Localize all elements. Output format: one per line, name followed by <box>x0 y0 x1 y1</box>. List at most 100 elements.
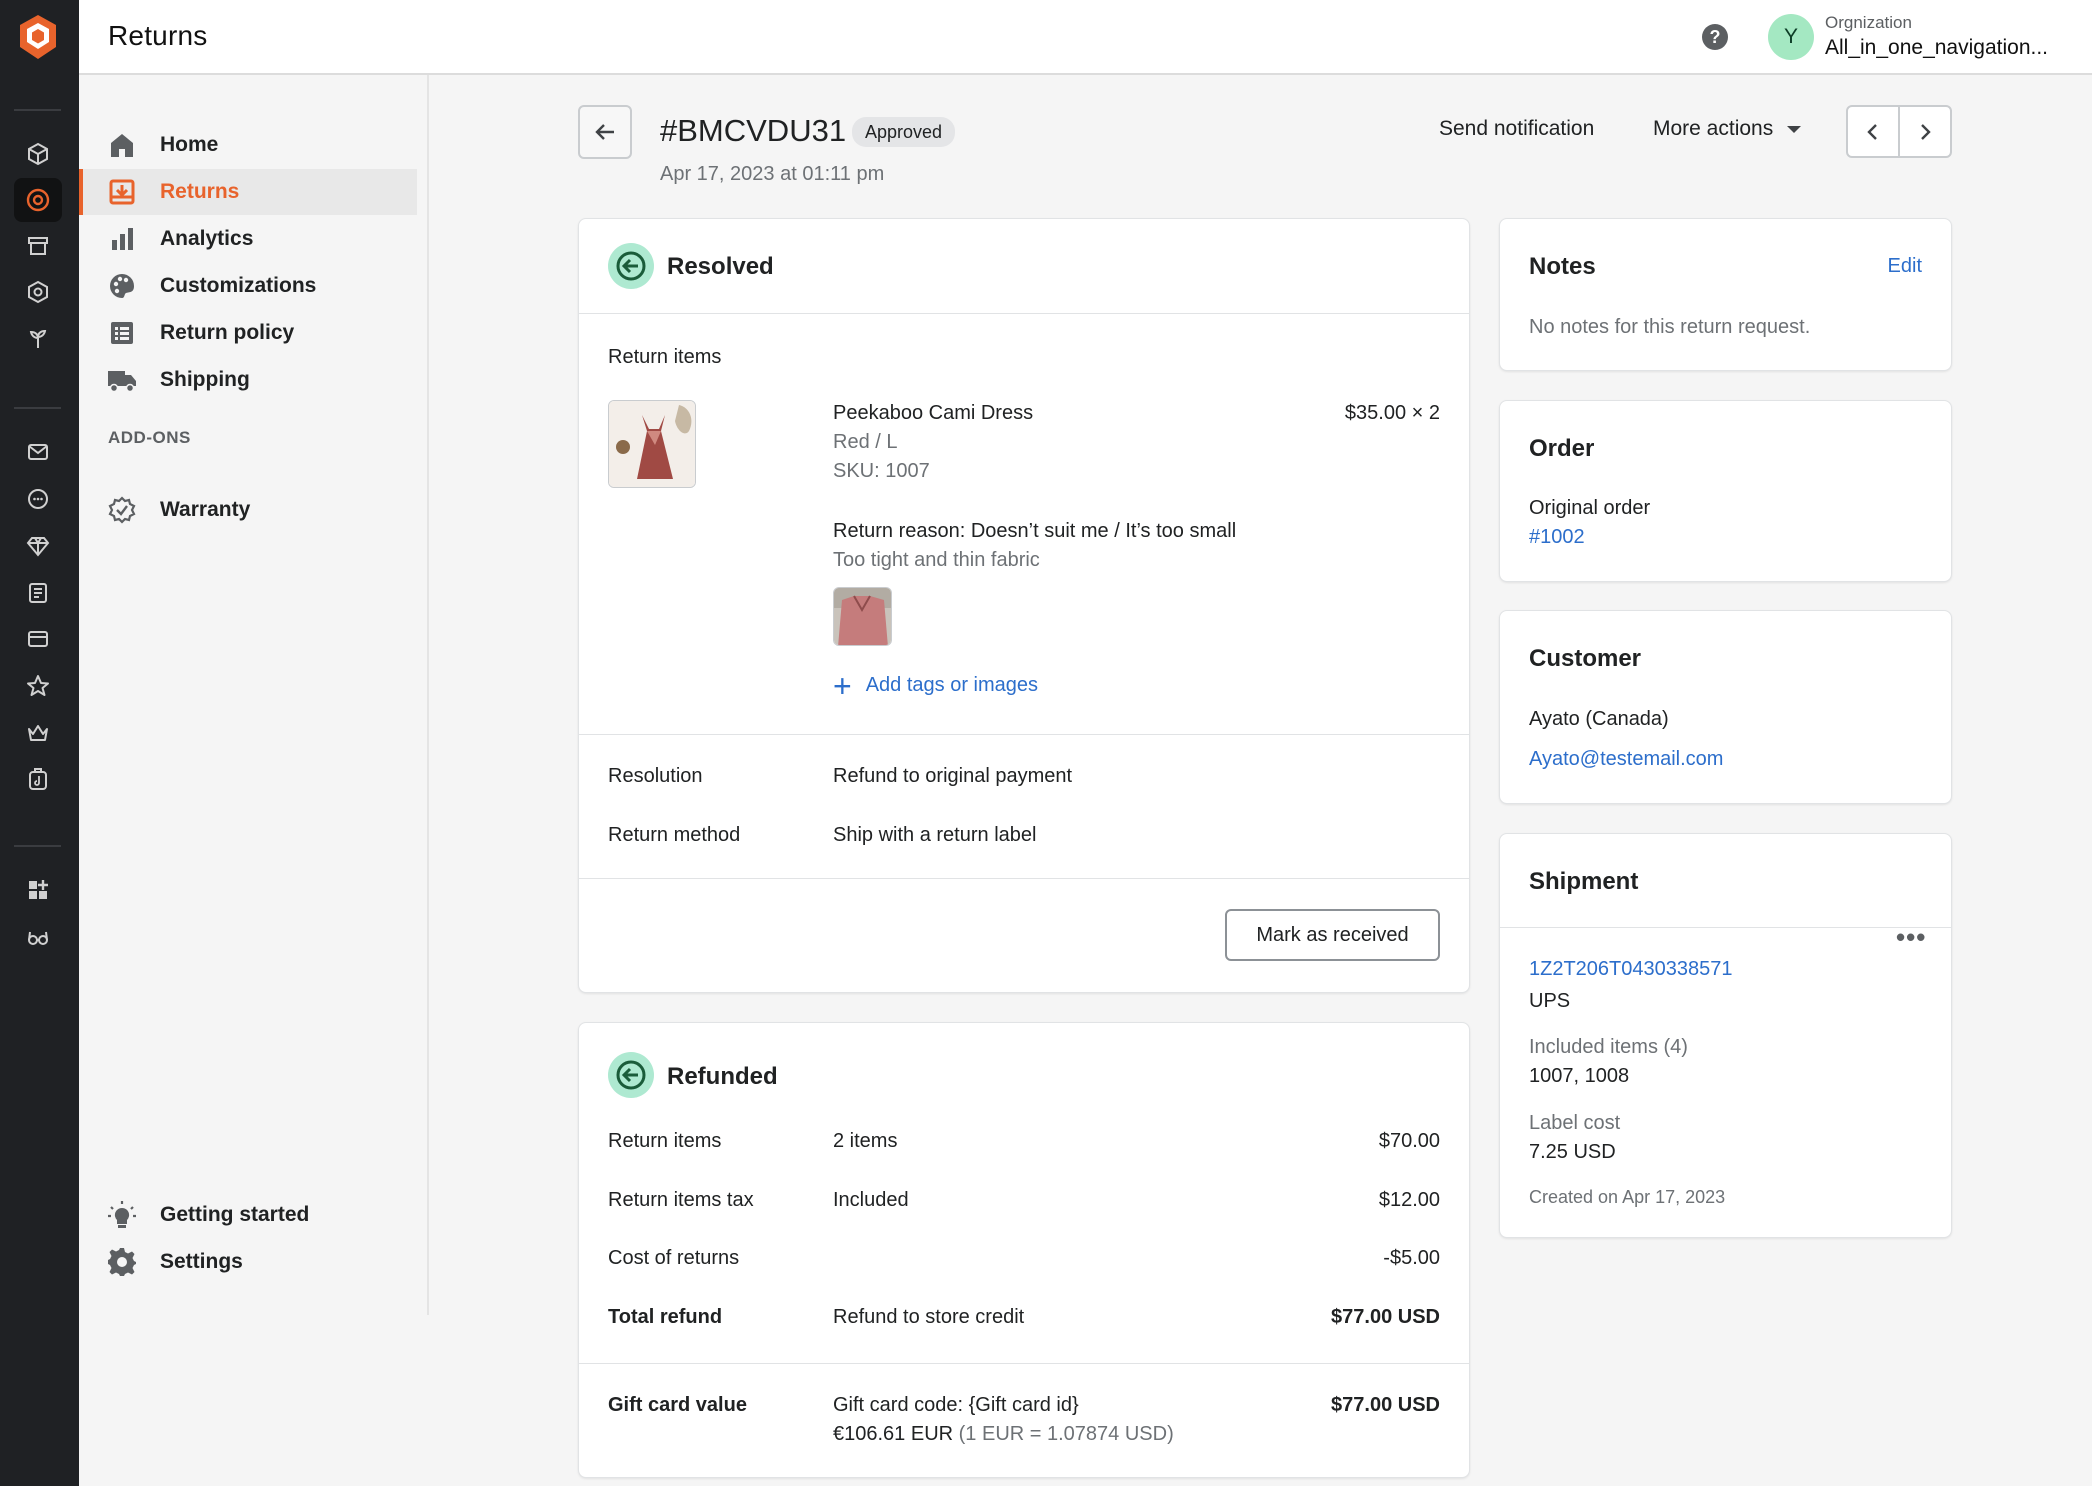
resolved-title: Resolved <box>667 253 774 280</box>
rail-chat-icon[interactable] <box>14 477 62 521</box>
refund-row-amount: $12.00 <box>1378 1189 1440 1211</box>
notes-card: Notes Edit No notes for this return requ… <box>1499 218 1952 371</box>
rail-divider <box>14 845 61 847</box>
sidebar-item-return-policy[interactable]: Return policy <box>79 310 417 356</box>
divider <box>579 1363 1469 1364</box>
product-variant: Red / L <box>833 431 898 453</box>
rail-shield-icon[interactable] <box>14 270 62 314</box>
sidebar-item-settings[interactable]: Settings <box>79 1239 417 1285</box>
product-sku: SKU: 1007 <box>833 460 930 482</box>
return-date: Apr 17, 2023 at 01:11 pm <box>660 163 885 185</box>
next-button[interactable] <box>1900 107 1950 156</box>
sidebar-item-home[interactable]: Home <box>79 122 417 168</box>
rail-tiktok-icon[interactable] <box>14 757 62 801</box>
label-cost-label: Label cost <box>1529 1112 1621 1134</box>
sidebar-item-warranty[interactable]: Warranty <box>79 487 417 533</box>
refunded-card: Refunded Return items 2 items $70.00 Ret… <box>578 1022 1470 1478</box>
side-nav: Home Returns Analytics Customizations Re… <box>79 75 429 1315</box>
return-id: #BMCVDU31 <box>660 113 847 148</box>
pagination <box>1846 105 1952 158</box>
customer-card: Customer Ayato (Canada) Ayato@testemail.… <box>1499 610 1952 804</box>
label-cost-value: 7.25 USD <box>1529 1141 1616 1163</box>
return-note: Too tight and thin fabric <box>833 549 1040 571</box>
refunded-status-icon <box>608 1052 654 1098</box>
return-photo[interactable] <box>833 587 892 646</box>
return-method-value: Ship with a return label <box>833 824 1037 846</box>
more-actions-button[interactable]: More actions <box>1653 117 1802 141</box>
send-notification-button[interactable]: Send notification <box>1439 117 1594 141</box>
org-label: Orgnization <box>1825 13 1912 32</box>
sidebar-item-getting-started[interactable]: Getting started <box>79 1192 417 1238</box>
rail-document-icon[interactable] <box>14 571 62 615</box>
divider <box>579 734 1469 735</box>
total-refund-detail: Refund to store credit <box>833 1306 1025 1328</box>
refund-row-label: Return items <box>608 1130 722 1152</box>
rail-mail-icon[interactable] <box>14 430 62 474</box>
edit-notes-link[interactable]: Edit <box>1888 255 1922 278</box>
gift-card-eur: €106.61 EUR <box>833 1423 954 1445</box>
divider <box>1500 927 1951 928</box>
chevron-right-icon <box>1921 123 1931 140</box>
add-tags-button[interactable]: + Add tags or images <box>833 667 1038 704</box>
customer-email-link[interactable]: Ayato@testemail.com <box>1529 748 1723 771</box>
sidebar-item-shipping[interactable]: Shipping <box>79 357 417 403</box>
refund-row-detail: Included <box>833 1189 909 1211</box>
notes-title: Notes <box>1529 253 1596 280</box>
return-method-label: Return method <box>608 824 741 846</box>
order-card: Order Original order #1002 <box>1499 400 1952 582</box>
shipment-created-date: Created on Apr 17, 2023 <box>1529 1187 1726 1207</box>
rail-card-icon[interactable] <box>14 617 62 661</box>
refunded-title: Refunded <box>667 1063 778 1090</box>
resolved-status-icon <box>608 243 654 289</box>
total-refund-label: Total refund <box>608 1306 723 1328</box>
mark-as-received-button[interactable]: Mark as received <box>1225 909 1440 961</box>
sidebar-item-analytics[interactable]: Analytics <box>79 216 417 262</box>
product-price: $35.00 × 2 <box>1344 402 1440 424</box>
resolution-value: Refund to original payment <box>833 765 1073 787</box>
help-icon[interactable]: ? <box>1702 24 1728 50</box>
sidebar-item-label: Customizations <box>160 274 317 297</box>
plus-icon: + <box>833 667 852 704</box>
rail-divider <box>14 109 61 111</box>
avatar[interactable]: Y <box>1768 14 1814 60</box>
rail-plant-icon[interactable] <box>14 316 62 360</box>
list-icon <box>107 318 137 348</box>
rail-crown-icon[interactable] <box>14 711 62 755</box>
rail-diamond-icon[interactable] <box>14 524 62 568</box>
rail-divider <box>14 407 61 409</box>
customer-name: Ayato (Canada) <box>1529 708 1669 730</box>
more-options-icon[interactable]: ••• <box>1896 922 1926 953</box>
org-name[interactable]: All_in_one_navigation... <box>1825 36 2048 60</box>
divider <box>579 878 1469 879</box>
rail-apps-icon[interactable] <box>14 868 62 912</box>
status-badge: Approved <box>852 117 956 147</box>
rail-glasses-icon[interactable] <box>14 915 62 959</box>
notes-text: No notes for this return request. <box>1529 316 1811 338</box>
customer-title: Customer <box>1529 645 1642 672</box>
app-logo-icon[interactable] <box>16 13 60 61</box>
resolution-label: Resolution <box>608 765 703 787</box>
refund-row-detail: 2 items <box>833 1130 898 1152</box>
sidebar-item-returns[interactable]: Returns <box>79 169 417 215</box>
return-reason: Return reason: Doesn’t suit me / It’s to… <box>833 520 1237 542</box>
rail-returns-icon[interactable] <box>14 178 62 222</box>
refund-row-label: Return items tax <box>608 1189 754 1211</box>
product-image[interactable] <box>608 400 696 488</box>
refund-row-label: Cost of returns <box>608 1247 740 1269</box>
included-items-value: 1007, 1008 <box>1529 1065 1630 1087</box>
home-icon <box>107 130 137 160</box>
sidebar-item-label: Warranty <box>160 498 251 521</box>
rail-store-icon[interactable] <box>14 224 62 268</box>
caret-down-icon <box>1787 125 1802 133</box>
sidebar-item-label: Return policy <box>160 321 295 344</box>
back-button[interactable] <box>578 105 632 159</box>
tracking-number-link[interactable]: 1Z2T206T0430338571 <box>1529 958 1733 981</box>
shipment-title: Shipment <box>1529 868 1639 895</box>
rail-star-icon[interactable] <box>14 664 62 708</box>
previous-button[interactable] <box>1848 107 1900 156</box>
chevron-left-icon <box>1867 123 1877 140</box>
original-order-link[interactable]: #1002 <box>1529 526 1585 549</box>
truck-icon <box>107 365 137 395</box>
rail-products-icon[interactable] <box>14 132 62 176</box>
sidebar-item-customizations[interactable]: Customizations <box>79 263 417 309</box>
